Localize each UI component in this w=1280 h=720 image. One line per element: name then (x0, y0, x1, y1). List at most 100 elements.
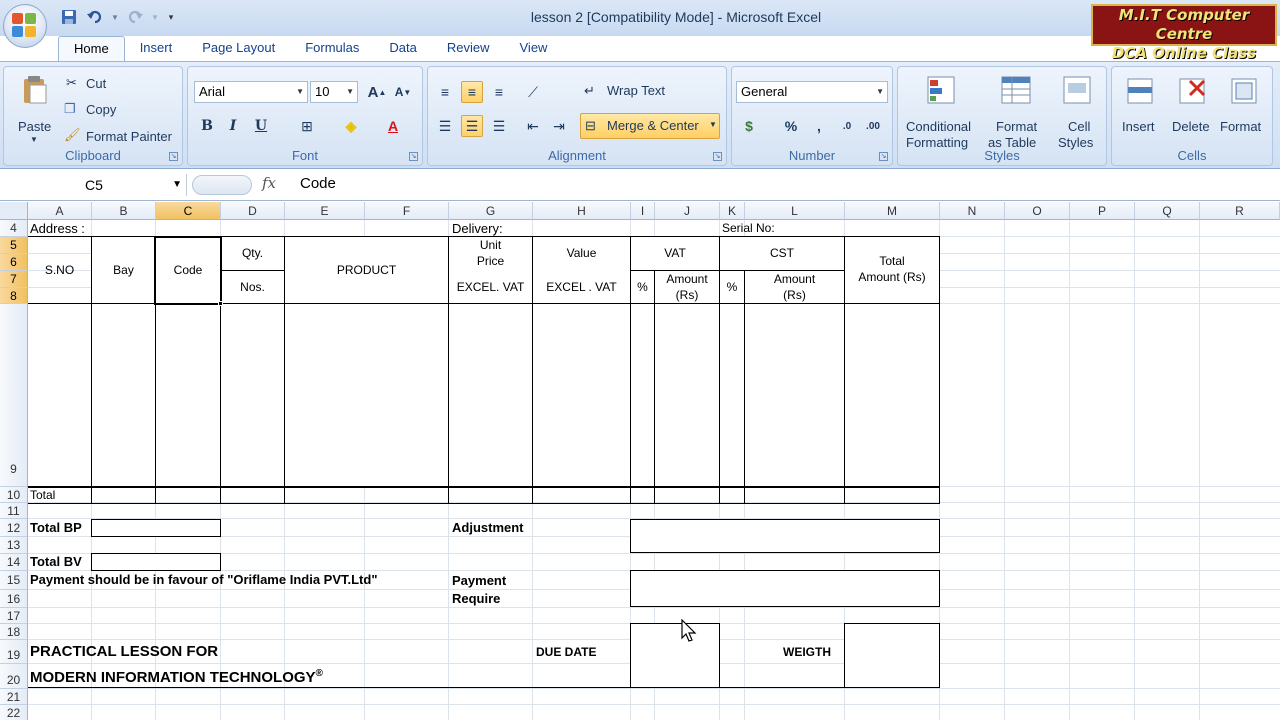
format-painter-button[interactable]: 🖌 Format Painter (64, 127, 184, 147)
row-header-19[interactable]: 19 (0, 640, 28, 664)
insert-cells-button[interactable]: Insert (1116, 73, 1166, 151)
weight-box[interactable] (844, 623, 940, 688)
font-size-value: 10 (315, 84, 330, 99)
tab-insert[interactable]: Insert (125, 36, 188, 62)
column-header-a[interactable]: A (28, 202, 92, 220)
number-format-select[interactable]: General ▼ (736, 81, 888, 103)
row-header-18[interactable]: 18 (0, 624, 28, 640)
row-header-6[interactable]: 6 (0, 254, 28, 271)
alignment-launcher-icon[interactable]: ↘ (713, 152, 722, 161)
delete-cells-button[interactable]: Delete (1168, 73, 1218, 151)
column-header-g[interactable]: G (449, 202, 533, 220)
row-header-9[interactable]: 9 (0, 304, 28, 487)
increase-indent-icon[interactable]: ⇥ (548, 115, 570, 137)
grow-font-icon[interactable]: A ▲ (366, 81, 388, 103)
row-header-5[interactable]: 5 (0, 237, 28, 254)
font-color-icon[interactable]: A (382, 115, 404, 137)
format-cells-button[interactable]: Format (1218, 73, 1272, 151)
tab-home[interactable]: Home (58, 36, 125, 62)
align-bottom-icon[interactable]: ≡ (488, 81, 510, 103)
tab-formulas[interactable]: Formulas (290, 36, 374, 62)
column-header-b[interactable]: B (92, 202, 156, 220)
align-top-icon[interactable]: ≡ (434, 81, 456, 103)
percent-style-icon[interactable]: % (780, 115, 802, 137)
font-name-select[interactable]: Arial ▼ (194, 81, 308, 103)
tab-data[interactable]: Data (374, 36, 431, 62)
row-header-21[interactable]: 21 (0, 689, 28, 705)
row-header-20[interactable]: 20 (0, 664, 28, 689)
font-size-select[interactable]: 10 ▼ (310, 81, 358, 103)
shrink-font-icon[interactable]: A ▼ (392, 81, 414, 103)
format-as-table-button[interactable]: Format as Table (986, 73, 1050, 151)
decrease-decimal-icon[interactable]: .00 (862, 115, 884, 137)
column-header-i[interactable]: I (631, 202, 655, 220)
orientation-icon[interactable]: ⟋ (522, 81, 544, 103)
column-header-j[interactable]: J (655, 202, 720, 220)
row-header-11[interactable]: 11 (0, 503, 28, 519)
align-left-icon[interactable]: ☰ (434, 115, 456, 137)
row-header-16[interactable]: 16 (0, 590, 28, 608)
borders-icon[interactable]: ⊞ (296, 115, 318, 137)
row-header-22[interactable]: 22 (0, 705, 28, 720)
row-header-15[interactable]: 15 (0, 571, 28, 590)
row-header-17[interactable]: 17 (0, 608, 28, 624)
formula-content[interactable]: Code (300, 175, 336, 192)
column-header-c[interactable]: C (156, 202, 221, 220)
comma-style-icon[interactable]: , (808, 115, 830, 137)
increase-decimal-icon[interactable]: .0 (836, 115, 858, 137)
row-header-12[interactable]: 12 (0, 519, 28, 537)
formula-bar-splitter[interactable] (192, 175, 252, 195)
row-header-4[interactable]: 4 (0, 220, 28, 237)
italic-icon[interactable]: I (222, 115, 244, 137)
column-header-d[interactable]: D (221, 202, 285, 220)
row-header-10[interactable]: 10 (0, 487, 28, 503)
spreadsheet-grid[interactable]: A B C D E F G H I J K L M N O P Q R 4 5 … (0, 202, 1280, 720)
decrease-indent-icon[interactable]: ⇤ (522, 115, 544, 137)
bold-icon[interactable]: B (196, 115, 218, 137)
office-button[interactable] (3, 4, 47, 48)
cell-styles-button[interactable]: Cell Styles (1052, 73, 1106, 151)
fill-handle[interactable] (218, 301, 223, 306)
align-middle-icon[interactable]: ≡ (461, 81, 483, 103)
column-header-q[interactable]: Q (1135, 202, 1200, 220)
payment-require-box[interactable] (630, 570, 940, 607)
accounting-format-icon[interactable]: $ (738, 115, 760, 137)
column-header-n[interactable]: N (940, 202, 1005, 220)
insert-function-icon[interactable]: fx (262, 174, 276, 192)
header-bay: Bay (113, 263, 134, 277)
column-header-m[interactable]: M (845, 202, 940, 220)
row-header-14[interactable]: 14 (0, 554, 28, 571)
column-header-o[interactable]: O (1005, 202, 1070, 220)
font-name-value: Arial (199, 84, 226, 99)
total-bv-box[interactable] (91, 553, 221, 571)
name-box[interactable]: C5 ▼ (2, 174, 187, 196)
column-header-l[interactable]: L (745, 202, 845, 220)
row-header-8[interactable]: 8 (0, 288, 28, 304)
number-launcher-icon[interactable]: ↘ (879, 152, 888, 161)
column-header-e[interactable]: E (285, 202, 365, 220)
row-header-7[interactable]: 7 (0, 271, 28, 288)
adjustment-box[interactable] (630, 519, 940, 553)
select-all-corner[interactable] (0, 202, 28, 220)
column-header-h[interactable]: H (533, 202, 631, 220)
conditional-formatting-button[interactable]: Conditional Formatting (902, 73, 984, 151)
due-date-box[interactable] (630, 623, 720, 688)
tab-page-layout[interactable]: Page Layout (187, 36, 290, 62)
column-header-p[interactable]: P (1070, 202, 1135, 220)
total-bp-box[interactable] (91, 519, 221, 537)
fill-color-icon[interactable]: ◈ (340, 115, 362, 137)
align-right-icon[interactable]: ☰ (488, 115, 510, 137)
tab-view[interactable]: View (505, 36, 563, 62)
column-header-r[interactable]: R (1200, 202, 1280, 220)
wrap-text-button[interactable]: ↵ Wrap Text (582, 81, 722, 103)
merge-center-button[interactable]: ⊟ Merge & Center ▼ (580, 113, 720, 139)
clipboard-launcher-icon[interactable]: ↘ (169, 152, 178, 161)
underline-icon[interactable]: U (250, 115, 272, 137)
column-header-k[interactable]: K (720, 202, 745, 220)
column-header-f[interactable]: F (365, 202, 449, 220)
font-launcher-icon[interactable]: ↘ (409, 152, 418, 161)
paste-button[interactable]: Paste ▼ (12, 73, 56, 144)
align-center-icon[interactable]: ☰ (461, 115, 483, 137)
row-header-13[interactable]: 13 (0, 537, 28, 554)
tab-review[interactable]: Review (432, 36, 505, 62)
